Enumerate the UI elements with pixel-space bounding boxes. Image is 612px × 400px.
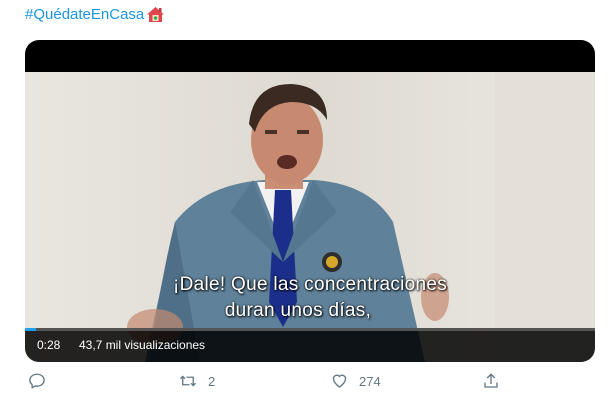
subtitle-line-2: duran unos días,	[224, 300, 372, 321]
video-player[interactable]: ¡Dale! Que las concentraciones duran uno…	[25, 40, 595, 362]
view-count: 43,7 mil visualizaciones	[79, 338, 206, 352]
subtitle-line-1: ¡Dale! Que las concentraciones	[172, 274, 448, 295]
progress-bar[interactable]	[25, 328, 595, 331]
tweet-actions: 2 274	[0, 372, 612, 398]
reply-button[interactable]	[28, 372, 46, 390]
like-count: 274	[359, 373, 381, 389]
share-button[interactable]	[482, 372, 500, 390]
share-icon	[484, 373, 498, 388]
reply-icon	[29, 373, 45, 389]
retweet-icon	[180, 375, 196, 387]
elapsed-time: 0:28	[37, 338, 61, 352]
progress-fill	[25, 328, 37, 331]
house-emoji-icon	[146, 6, 165, 23]
hashtag-text: #QuédateEnCasa	[25, 6, 145, 23]
video-controls-bar: 0:28 43,7 mil visualizaciones	[25, 328, 595, 362]
heart-icon	[332, 374, 347, 388]
retweet-count: 2	[208, 373, 216, 389]
hashtag-link[interactable]: #QuédateEnCasa	[25, 6, 165, 23]
like-button[interactable]: 274	[330, 372, 381, 390]
retweet-button[interactable]: 2	[178, 372, 215, 390]
